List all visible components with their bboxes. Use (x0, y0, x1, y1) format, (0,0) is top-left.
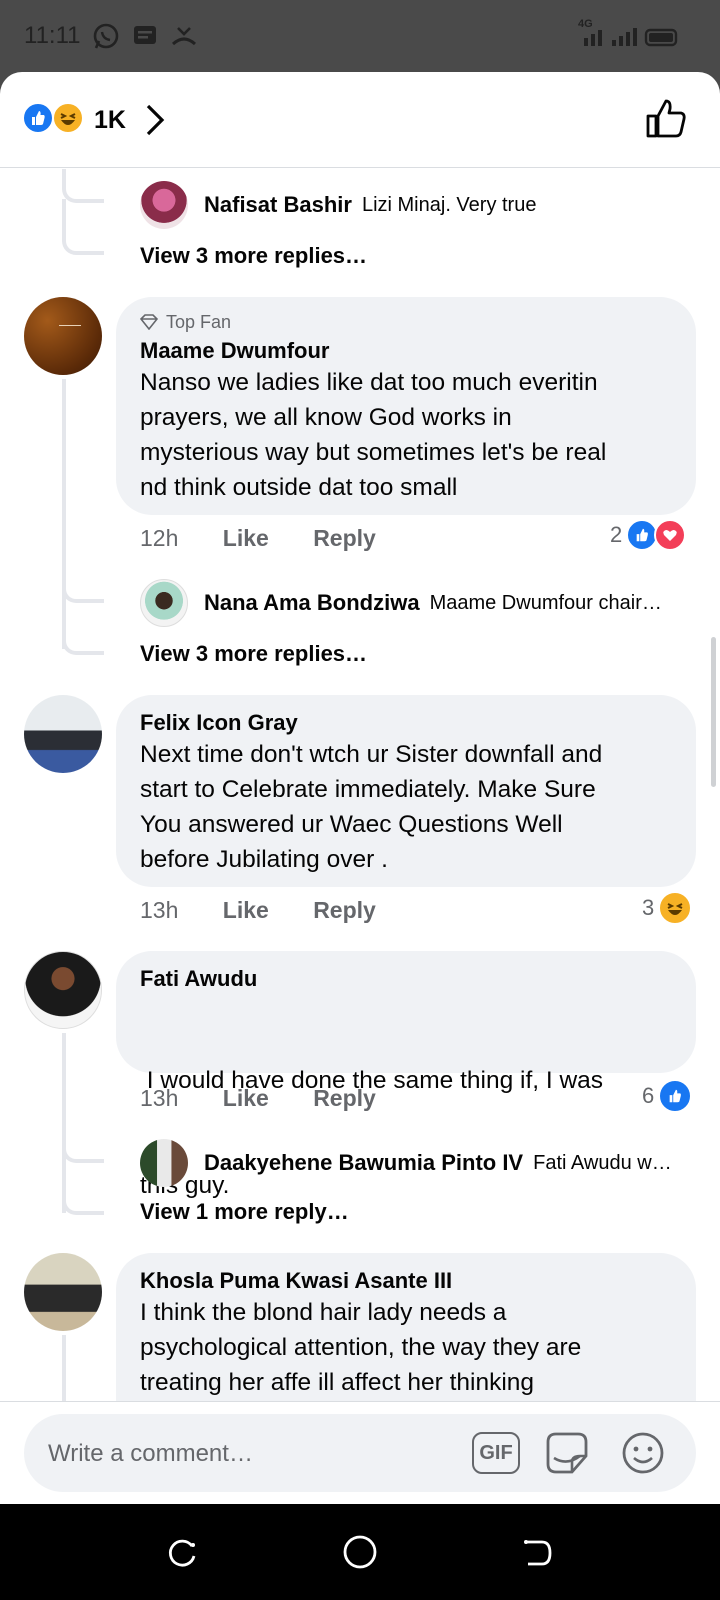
avatar[interactable] (140, 579, 188, 627)
reaction-summary[interactable]: 2 (610, 519, 687, 551)
avatar[interactable] (140, 181, 188, 229)
missed-call-icon (171, 27, 197, 46)
comment-input[interactable]: Write a comment… GIF (24, 1414, 696, 1492)
comment-line: You answered ur Waec Questions Well (140, 811, 563, 838)
signal-icon (584, 28, 678, 47)
avatar[interactable] (24, 297, 102, 375)
like-reaction-icon (658, 1079, 693, 1113)
reaction-summary[interactable]: 6 (642, 1079, 693, 1113)
comment-line: Nanso we ladies like dat too much everit… (140, 369, 598, 396)
status-time: 11:11 (24, 22, 81, 49)
scrollbar[interactable] (711, 637, 716, 787)
comment-author[interactable]: Felix Icon Gray (140, 709, 672, 737)
comment-actions: 13h Like Reply (140, 897, 414, 924)
reaction-count: 1K (94, 106, 126, 134)
reply-preview[interactable]: Nafisat Bashir Lizi Minaj. Very true (140, 181, 536, 229)
comment-composer: Write a comment… GIF (0, 1401, 720, 1504)
view-more-replies-link[interactable]: View 3 more replies… (140, 243, 367, 269)
view-more-replies-link[interactable]: View 3 more replies… (140, 641, 367, 667)
reaction-count: 6 (642, 1083, 655, 1108)
comment-text: Next time don't wtch ur Sister downfall … (140, 737, 672, 877)
haha-reaction-icon (658, 891, 693, 925)
view-more-replies-link[interactable]: View 1 more reply… (140, 1199, 349, 1225)
comment-line: before Jubilating over . (140, 846, 388, 873)
avatar[interactable] (24, 695, 102, 773)
reaction-count: 2 (610, 522, 623, 547)
comment-bubble[interactable]: Top Fan Maame Dwumfour Nanso we ladies l… (116, 297, 696, 515)
thread-elbow (62, 569, 104, 603)
reply-action[interactable]: Reply (313, 897, 376, 923)
thread-elbow (62, 169, 104, 203)
thread-elbow (62, 1129, 104, 1163)
comment-line: I think the blond hair lady needs a (140, 1299, 507, 1326)
like-action[interactable]: Like (223, 1085, 269, 1111)
back-icon[interactable] (520, 1536, 554, 1570)
reply-preview[interactable]: Nana Ama Bondziwa Maame Dwumfour chair… (140, 579, 662, 627)
comment-time: 13h (140, 897, 179, 923)
message-icon (134, 26, 156, 44)
reply-text: Maame Dwumfour chair… (429, 591, 662, 614)
comment-line: start to Celebrate immediately. Make Sur… (140, 776, 596, 803)
system-nav-bar (0, 1504, 720, 1600)
reply-preview[interactable]: Daakyehene Bawumia Pinto IV Fati Awudu w… (140, 1139, 672, 1187)
avatar[interactable] (24, 1253, 102, 1331)
reaction-summary[interactable]: 3 (642, 891, 693, 925)
comment-text: Nanso we ladies like dat too much everit… (140, 365, 672, 505)
reply-author[interactable]: Daakyehene Bawumia Pinto IV (204, 1150, 523, 1176)
haha-reaction-icon (52, 102, 84, 134)
comment-bubble[interactable]: Fati Awudu I would have done the same th… (116, 951, 696, 1199)
comment-line: Next time don't wtch ur Sister downfall … (140, 741, 603, 768)
sticker-icon[interactable] (542, 1428, 592, 1478)
like-reaction-icon (22, 102, 54, 134)
reply-author[interactable]: Nana Ama Bondziwa (204, 590, 420, 616)
comment-line: prayers, we all know God works in (140, 404, 512, 431)
comment-text: I think the blond hair lady needs a psyc… (140, 1295, 672, 1400)
reply-action[interactable]: Reply (313, 1085, 376, 1111)
love-reaction-icon (654, 519, 687, 551)
reaction-count: 3 (642, 895, 655, 920)
comment-actions: 12h Like Reply (140, 525, 414, 552)
reply-text: Fati Awudu w… (533, 1151, 672, 1174)
home-icon[interactable] (342, 1534, 378, 1570)
recents-icon[interactable] (166, 1536, 200, 1570)
avatar[interactable] (24, 951, 102, 1029)
comment-text: I would have done the same thing if, I w… (140, 993, 672, 1273)
comments-sheet: 1K Nafisat Bashir Lizi Minaj. Very true … (0, 72, 720, 1504)
comment-line: nd think outside dat too small (140, 474, 458, 501)
comment-time: 12h (140, 525, 179, 551)
comment-author[interactable]: Fati Awudu (140, 965, 672, 993)
comment-line: mysterious way but sometimes let's be re… (140, 439, 607, 466)
chevron-right-icon[interactable] (144, 102, 166, 138)
diamond-icon (139, 314, 159, 331)
thread-elbow (62, 199, 104, 255)
comment-author[interactable]: Maame Dwumfour (140, 337, 672, 365)
comment-actions: 13h Like Reply (140, 1085, 414, 1112)
status-bar: 11:11 4G (0, 0, 720, 72)
comment-bubble[interactable]: Felix Icon Gray Next time don't wtch ur … (116, 695, 696, 887)
badge-label: Top Fan (166, 312, 232, 332)
comment-line: psychological attention, the way they ar… (140, 1334, 582, 1361)
gif-button[interactable]: GIF (472, 1432, 520, 1474)
reply-action[interactable]: Reply (313, 525, 376, 551)
avatar[interactable] (140, 1139, 188, 1187)
comments-feed[interactable]: Nafisat Bashir Lizi Minaj. Very true Vie… (0, 169, 720, 1473)
comment-author[interactable]: Khosla Puma Kwasi Asante III (140, 1267, 672, 1295)
emoji-icon[interactable] (620, 1430, 666, 1476)
like-action[interactable]: Like (223, 897, 269, 923)
thread-elbow (62, 1159, 104, 1215)
like-button-icon[interactable] (644, 96, 688, 140)
reply-author[interactable]: Nafisat Bashir (204, 192, 352, 218)
comment-time: 13h (140, 1085, 179, 1111)
reactions-header[interactable]: 1K (0, 72, 720, 168)
whatsapp-icon (93, 23, 119, 49)
like-action[interactable]: Like (223, 525, 269, 551)
top-fan-badge: Top Fan (139, 311, 672, 333)
comment-placeholder: Write a comment… (48, 1440, 253, 1467)
thread-elbow (62, 599, 104, 655)
comment-line: treating her affe ill affect her thinkin… (140, 1369, 535, 1396)
reply-text: Lizi Minaj. Very true (361, 193, 537, 216)
